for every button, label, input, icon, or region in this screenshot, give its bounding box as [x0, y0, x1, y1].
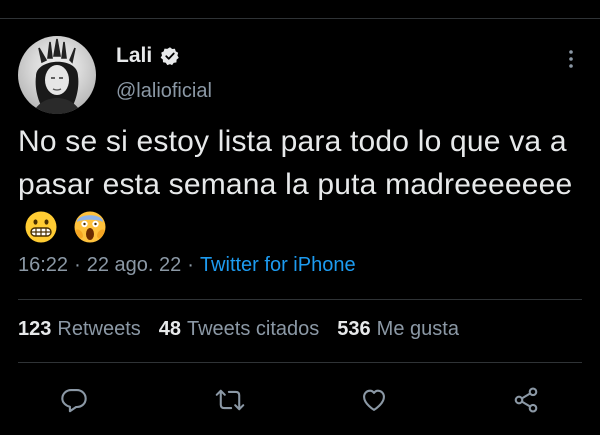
tweet-meta: 16:22 · 22 ago. 22 · Twitter for iPhone [18, 254, 356, 277]
avatar-image [32, 38, 82, 114]
tweet-time[interactable]: 16:22 [18, 254, 68, 277]
likes-label: Me gusta [376, 318, 459, 340]
retweet-icon [215, 389, 245, 411]
avatar[interactable] [18, 36, 96, 114]
stats-divider-top [18, 299, 582, 300]
stats-divider-bottom [18, 362, 582, 363]
more-options-icon[interactable] [562, 48, 580, 70]
reply-button[interactable] [58, 384, 90, 416]
quotes-count: 48 [158, 318, 181, 340]
face-screaming-in-fear-icon [73, 210, 107, 244]
quotes-stat[interactable]: 48 Tweets citados [159, 318, 320, 341]
tweet-actions [0, 384, 600, 420]
verified-badge-icon [160, 46, 180, 66]
retweet-button[interactable] [214, 384, 246, 416]
tweet-body: No se si estoy lista para todo lo que va… [18, 125, 573, 201]
likes-stat[interactable]: 536 Me gusta [337, 318, 459, 341]
tweet-text: No se si estoy lista para todo lo que va… [18, 120, 578, 249]
tweet-date[interactable]: 22 ago. 22 [87, 254, 182, 277]
author-handle[interactable]: @lalioficial [116, 80, 212, 103]
share-icon [514, 387, 538, 413]
meta-separator: · [187, 254, 194, 276]
likes-count: 536 [337, 318, 371, 340]
like-icon [363, 389, 385, 411]
retweets-stat[interactable]: 123 Retweets [18, 318, 141, 341]
tweet-stats: 123 Retweets 48 Tweets citados 536 Me gu… [18, 318, 477, 341]
grimacing-face-icon [24, 210, 58, 244]
reply-icon [61, 389, 87, 413]
tweet-source-link[interactable]: Twitter for iPhone [200, 254, 356, 277]
quotes-label: Tweets citados [187, 318, 320, 340]
share-button[interactable] [510, 384, 542, 416]
author-name-row: Lali [116, 44, 180, 68]
like-button[interactable] [358, 384, 390, 416]
retweets-count: 123 [18, 318, 52, 340]
author-display-name[interactable]: Lali [116, 44, 152, 68]
meta-separator: · [74, 254, 81, 276]
top-divider [0, 18, 600, 19]
retweets-label: Retweets [57, 318, 141, 340]
